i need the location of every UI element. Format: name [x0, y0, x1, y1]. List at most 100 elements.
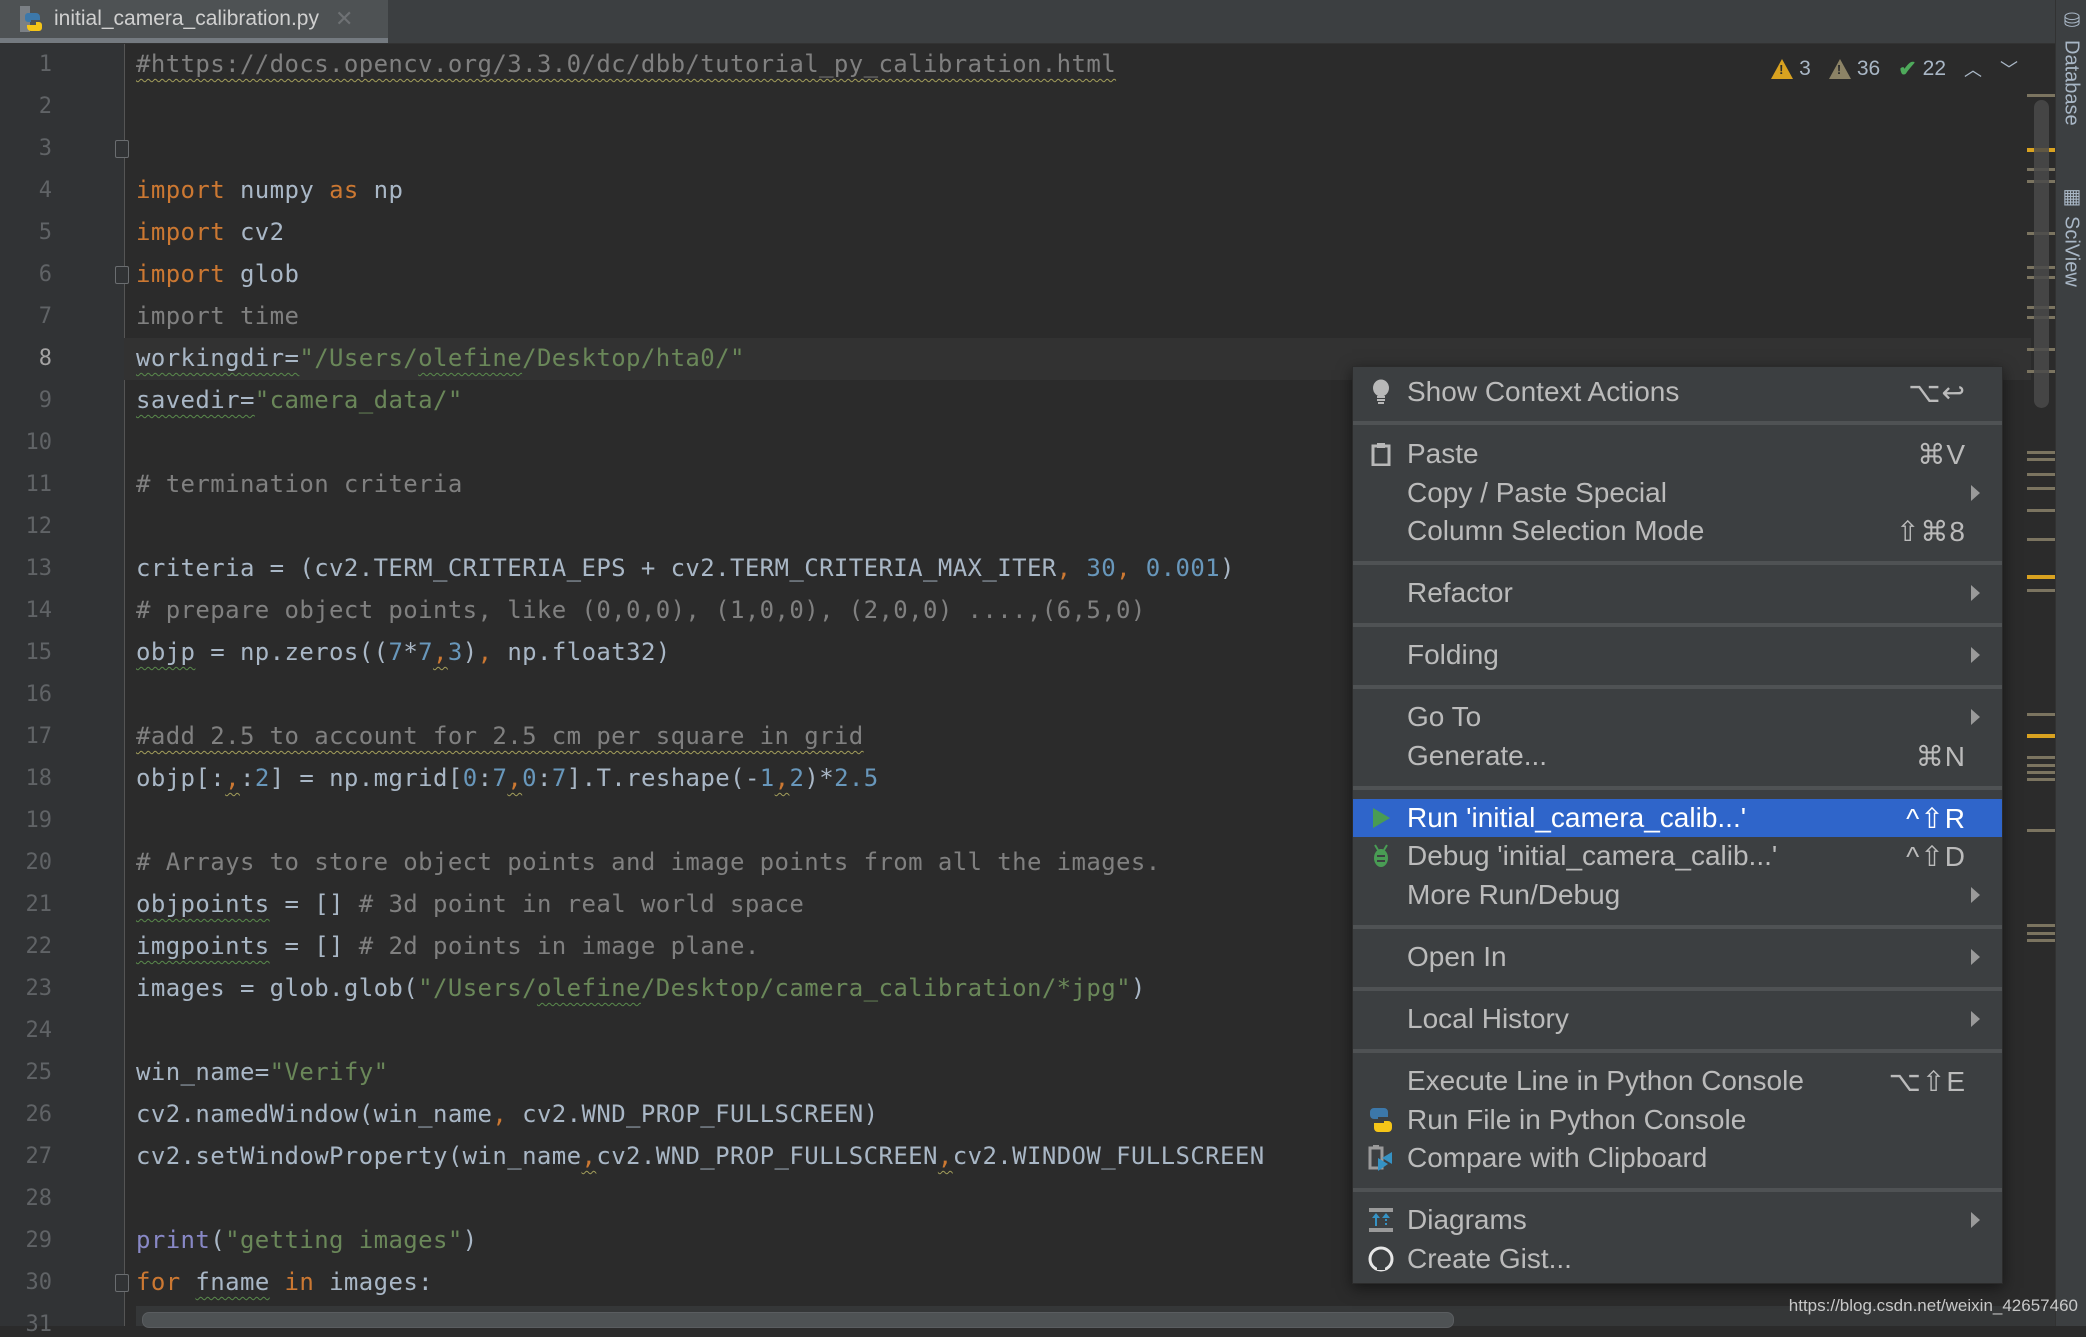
line-number[interactable]: 10 — [0, 430, 53, 455]
menu-item-label: Column Selection Mode — [1407, 515, 1705, 546]
typos-count[interactable]: ✔ 22 — [1898, 56, 1946, 82]
line-number[interactable]: 23 — [0, 976, 53, 1001]
line-number[interactable]: 12 — [0, 514, 53, 539]
menu-item-refactor[interactable]: Refactor — [1353, 574, 2002, 612]
line-number[interactable]: 5 — [0, 220, 52, 245]
line-number[interactable]: 29 — [0, 1228, 53, 1253]
menu-item-execute-line-in-python-console[interactable]: Execute Line in Python Console ⌥⇧E — [1353, 1062, 2002, 1100]
weak-warnings-count[interactable]: 36 — [1828, 57, 1880, 81]
line-number[interactable]: 17 — [0, 724, 53, 749]
code-line-9: savedir="camera_data/" — [136, 386, 463, 414]
menu-item-show-context-actions[interactable]: Show Context Actions ⌥↩ — [1353, 373, 2002, 411]
previous-problem-icon[interactable]: ︿ — [1964, 56, 1982, 82]
menu-item-compare-with-clipboard[interactable]: Compare with Clipboard — [1353, 1139, 2002, 1177]
line-number[interactable]: 14 — [0, 598, 53, 623]
menu-item-go-to[interactable]: Go To — [1353, 698, 2002, 736]
weak-warning-marker[interactable] — [2027, 939, 2055, 942]
line-number[interactable]: 30 — [0, 1270, 53, 1295]
weak-warning-marker[interactable] — [2027, 764, 2055, 767]
weak-warning-marker[interactable] — [2027, 924, 2055, 927]
line-number[interactable]: 16 — [0, 682, 53, 707]
weak-warning-marker[interactable] — [2027, 778, 2055, 781]
weak-warning-marker[interactable] — [2027, 538, 2055, 541]
menu-separator — [1353, 786, 2002, 790]
line-number[interactable]: 20 — [0, 850, 53, 875]
inspections-widget[interactable]: 3 36 ✔22 ︿ ﹀ — [1771, 56, 2018, 82]
menu-item-run-initial-camera-calib[interactable]: Run 'initial_camera_calib...' ^⇧R — [1353, 799, 2002, 837]
weak-warning-marker[interactable] — [2027, 713, 2055, 716]
vertical-scrollbar[interactable] — [2034, 100, 2049, 408]
weak-warning-marker[interactable] — [2027, 487, 2055, 490]
menu-item-paste[interactable]: Paste ⌘V — [1353, 435, 2002, 473]
menu-separator — [1353, 1188, 2002, 1192]
menu-item-generate[interactable]: Generate... ⌘N — [1353, 737, 2002, 775]
line-number[interactable]: 13 — [0, 556, 53, 581]
line-number[interactable]: 7 — [0, 304, 52, 329]
menu-item-debug-initial-camera-calib[interactable]: Debug 'initial_camera_calib...' ^⇧D — [1353, 837, 2002, 875]
python-file-icon — [18, 5, 46, 33]
menu-item-column-selection-mode[interactable]: Column Selection Mode ⇧⌘8 — [1353, 512, 2002, 550]
line-number[interactable]: 26 — [0, 1102, 53, 1127]
line-number[interactable]: 31 — [0, 1312, 53, 1337]
weak-warning-marker[interactable] — [2027, 458, 2055, 461]
warning-marker[interactable] — [2027, 575, 2055, 579]
menu-item-local-history[interactable]: Local History — [1353, 1000, 2002, 1038]
weak-warning-marker[interactable] — [2027, 771, 2055, 774]
menu-separator — [1353, 1049, 2002, 1053]
weak-warning-marker[interactable] — [2027, 589, 2055, 592]
line-number[interactable]: 25 — [0, 1060, 53, 1085]
line-number[interactable]: 11 — [0, 472, 53, 497]
submenu-arrow-icon — [1971, 709, 1980, 725]
line-number[interactable]: 6 — [0, 262, 52, 287]
line-number[interactable]: 21 — [0, 892, 53, 917]
menu-separator — [1353, 421, 2002, 425]
weak-warning-marker[interactable] — [2027, 829, 2055, 832]
github-icon — [1367, 1245, 1395, 1273]
weak-warning-marker[interactable] — [2027, 451, 2055, 454]
close-icon[interactable]: ✕ — [335, 6, 353, 32]
weak-warning-marker[interactable] — [2027, 756, 2055, 759]
menu-item-create-gist[interactable]: Create Gist... — [1353, 1240, 2002, 1278]
line-number[interactable]: 19 — [0, 808, 53, 833]
menu-separator — [1353, 561, 2002, 565]
line-number[interactable]: 9 — [0, 388, 52, 413]
line-number[interactable]: 3 — [0, 136, 52, 161]
tool-window-database[interactable]: ⛁ Database — [2059, 8, 2083, 126]
weak-warning-marker[interactable] — [2027, 473, 2055, 476]
menu-separator — [1353, 623, 2002, 627]
menu-item-copy-paste-special[interactable]: Copy / Paste Special — [1353, 474, 2002, 512]
editor-tab[interactable]: initial_camera_calibration.py ✕ — [0, 0, 388, 43]
code-line-27: cv2.setWindowProperty(win_name,cv2.WND_P… — [136, 1142, 1265, 1170]
line-number[interactable]: 28 — [0, 1186, 53, 1211]
line-number[interactable]: 4 — [0, 178, 52, 203]
clipboard-icon — [1367, 440, 1395, 468]
lightbulb-icon — [1367, 378, 1395, 406]
fold-marker-icon[interactable] — [115, 266, 129, 284]
line-number[interactable]: 18 — [0, 766, 53, 791]
menu-item-label: Generate... — [1407, 740, 1548, 771]
line-number[interactable]: 15 — [0, 640, 53, 665]
weak-warning-marker[interactable] — [2027, 509, 2055, 512]
weak-warning-marker[interactable] — [2027, 932, 2055, 935]
line-number[interactable]: 22 — [0, 934, 53, 959]
tool-window-sciview[interactable]: ▦ SciView — [2059, 184, 2083, 287]
menu-item-open-in[interactable]: Open In — [1353, 938, 2002, 976]
warnings-count[interactable]: 3 — [1771, 57, 1811, 81]
menu-item-folding[interactable]: Folding — [1353, 636, 2002, 674]
line-number[interactable]: 24 — [0, 1018, 53, 1043]
submenu-arrow-icon — [1971, 585, 1980, 601]
line-number[interactable]: 1 — [0, 52, 52, 77]
menu-item-diagrams[interactable]: Diagrams — [1353, 1201, 2002, 1239]
fold-marker-icon[interactable] — [115, 1274, 129, 1292]
weak-warning-marker[interactable] — [2027, 94, 2055, 97]
line-number[interactable]: 8 — [0, 346, 52, 371]
line-number[interactable]: 27 — [0, 1144, 53, 1169]
menu-item-label: Execute Line in Python Console — [1407, 1065, 1804, 1096]
next-problem-icon[interactable]: ﹀ — [2000, 56, 2018, 82]
warning-marker[interactable] — [2027, 734, 2055, 738]
menu-item-run-file-in-python-console[interactable]: Run File in Python Console — [1353, 1101, 2002, 1139]
fold-marker-icon[interactable] — [115, 140, 129, 158]
menu-item-more-run-debug[interactable]: More Run/Debug — [1353, 876, 2002, 914]
submenu-arrow-icon — [1971, 1212, 1980, 1228]
line-number[interactable]: 2 — [0, 94, 52, 119]
